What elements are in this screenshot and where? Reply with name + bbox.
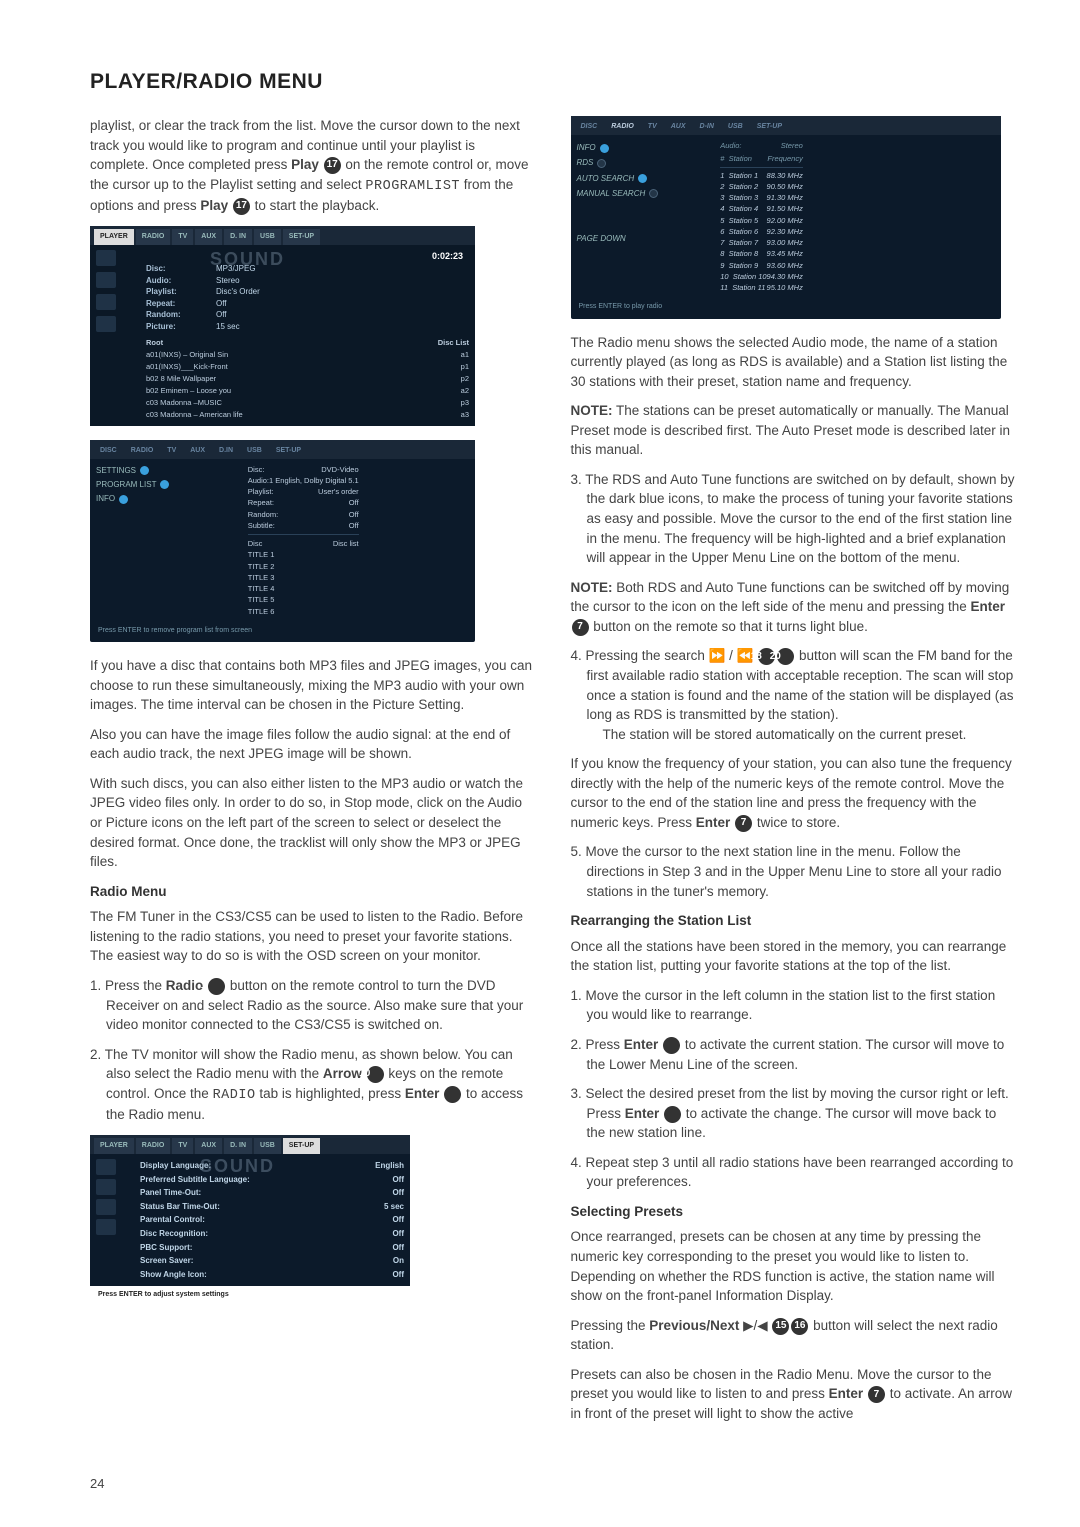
such-discs-paragraph: With such discs, you can also either lis… [90, 774, 535, 872]
badge-20: 20 [777, 648, 794, 665]
badge-1: 1 [208, 978, 225, 995]
intro-paragraph: playlist, or clear the track from the li… [90, 116, 535, 216]
progr-icon [96, 272, 116, 288]
screenshot-setup: PLAYER RADIO TV AUX D. IN USB SET-UP [90, 1135, 410, 1307]
left-column: playlist, or clear the track from the li… [90, 116, 535, 1434]
rearrange-step2: 2. Press Enter 7 to activate the current… [571, 1035, 1016, 1074]
badge-17: 17 [324, 157, 341, 174]
badge-17b: 17 [233, 198, 250, 215]
images-follow-paragraph: Also you can have the image files follow… [90, 725, 535, 764]
prevnext-paragraph: Pressing the Previous/Next ▶/◀ 1516 butt… [571, 1316, 1016, 1355]
right-step5: 5. Move the cursor to the next station l… [571, 842, 1016, 901]
picture-icon [96, 316, 116, 332]
presets-paragraph: Presets can also be chosen in the Radio … [571, 1365, 1016, 1424]
video2-icon [96, 1219, 116, 1235]
freq-paragraph: If you know the frequency of your statio… [571, 754, 1016, 832]
right-column: DISC RADIO TV AUX D-IN USB SET-UP INFO R… [571, 116, 1016, 1434]
badge-16: 16 [791, 1318, 808, 1335]
screenshot-radio-menu: DISC RADIO TV AUX D-IN USB SET-UP INFO R… [571, 116, 1001, 319]
radio-step1: 1. Press the Radio 1 button on the remot… [90, 976, 535, 1035]
rearrange-paragraph: Once all the stations have been stored i… [571, 937, 1016, 976]
rearrange-step4: 4. Repeat step 3 until all radio station… [571, 1153, 1016, 1192]
page-number: 24 [90, 1476, 104, 1491]
note1: NOTE: The stations can be preset automat… [571, 401, 1016, 460]
screenshot-player-mp3: PLAYER RADIO TV AUX D. IN USB SET-UP [90, 226, 475, 426]
badge-7b: 7 [572, 619, 589, 636]
rearranging-heading: Rearranging the Station List [571, 911, 1016, 931]
right-step4: 4. Pressing the search ⏩ / ⏪ 1820 button… [571, 646, 1016, 744]
badge-7f: 7 [868, 1386, 885, 1403]
info-icon [96, 250, 116, 266]
rearrange-step1: 1. Move the cursor in the left column in… [571, 986, 1016, 1025]
rearrange-step3: 3. Select the desired preset from the li… [571, 1084, 1016, 1143]
radio-menu-heading: Radio Menu [90, 882, 535, 902]
badge-10: 10 [367, 1066, 384, 1083]
fmtuner-paragraph: The FM Tuner in the CS3/CS5 can be used … [90, 907, 535, 966]
radio-step2: 2. The TV monitor will show the Radio me… [90, 1045, 535, 1125]
screenshot-program-list: DISC RADIO TV AUX D.IN USB SET-UP SETTIN… [90, 440, 475, 643]
badge-7d: 7 [663, 1037, 680, 1054]
badge-7e: 7 [664, 1106, 681, 1123]
badge-7: 7 [444, 1086, 461, 1103]
video-icon [96, 1199, 116, 1215]
right-step3: 3. The RDS and Auto Tune functions are s… [571, 470, 1016, 568]
badge-7c: 7 [735, 815, 752, 832]
selecting-heading: Selecting Presets [571, 1202, 1016, 1222]
selecting-paragraph: Once rearranged, presets can be chosen a… [571, 1227, 1016, 1305]
radio-menu-shows: The Radio menu shows the selected Audio … [571, 333, 1016, 392]
badge-15: 15 [772, 1318, 789, 1335]
note2: NOTE: Both RDS and Auto Tune functions c… [571, 578, 1016, 637]
system-icon [96, 1159, 116, 1175]
mp3-jpeg-paragraph: If you have a disc that contains both MP… [90, 656, 535, 715]
page-title: PLAYER/RADIO MENU [90, 70, 1015, 94]
music-icon [96, 294, 116, 310]
audio-icon [96, 1179, 116, 1195]
